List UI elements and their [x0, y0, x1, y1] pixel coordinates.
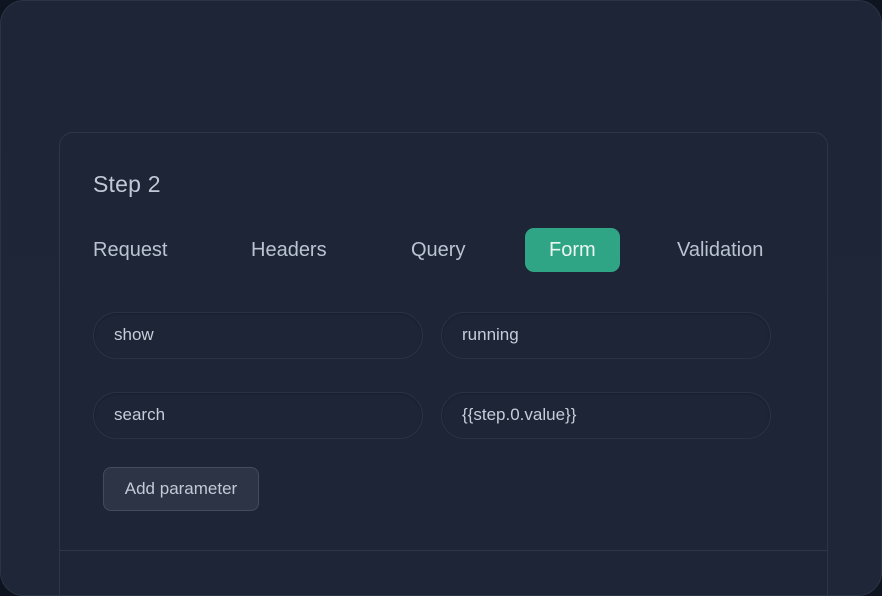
tab-query[interactable]: Query [387, 228, 489, 272]
step-title: Step 2 [93, 171, 161, 197]
param-key-field[interactable]: search [93, 392, 423, 439]
param-key-field[interactable]: show [93, 312, 423, 359]
tab-validation[interactable]: Validation [653, 228, 787, 272]
tab-headers[interactable]: Headers [227, 228, 351, 272]
add-parameter-button[interactable]: Add parameter [103, 467, 259, 511]
divider [60, 550, 827, 551]
app-window: Step 2 Request Headers Query Form Valida… [0, 0, 882, 596]
param-value-field[interactable]: {{step.0.value}} [441, 392, 771, 439]
tab-request[interactable]: Request [69, 228, 192, 272]
tab-form[interactable]: Form [525, 228, 620, 272]
step-card: Step 2 Request Headers Query Form Valida… [59, 132, 828, 595]
param-value-field[interactable]: running [441, 312, 771, 359]
tab-bar: Request Headers Query Form Validation [60, 228, 827, 272]
